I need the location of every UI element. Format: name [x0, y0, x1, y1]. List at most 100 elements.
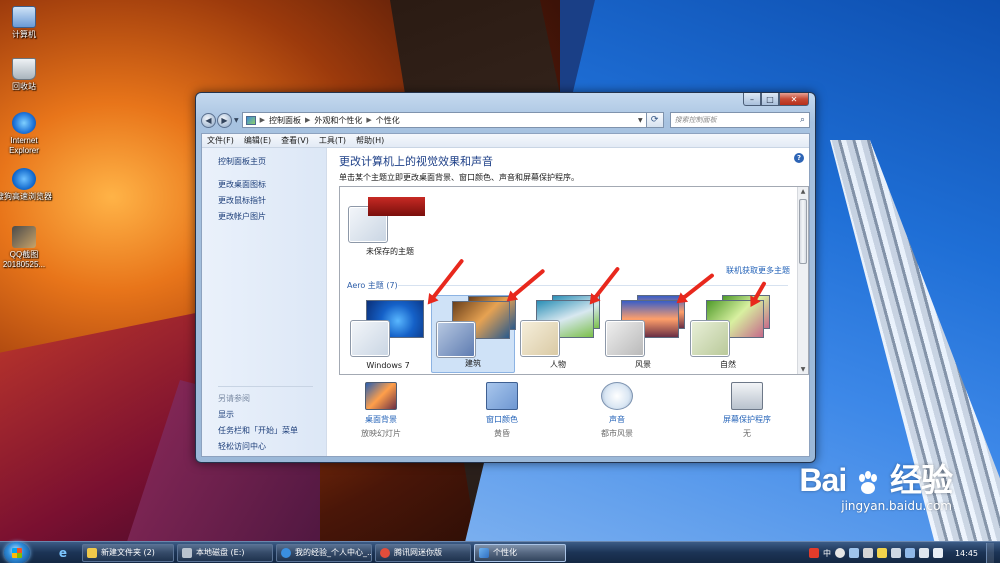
taskbar-item-personalization[interactable]: 个性化	[474, 543, 566, 562]
desktop-icon-label: Internet Explorer	[9, 136, 39, 155]
desktop-icon-recycle-bin[interactable]: 回收站	[0, 58, 52, 92]
recycle-bin-icon	[12, 58, 36, 80]
network-icon[interactable]	[918, 548, 929, 558]
menu-bar: 文件(F) 编辑(E) 查看(V) 工具(T) 帮助(H)	[202, 134, 809, 148]
task-pane: 控制面板主页 更改桌面图标 更改鼠标指针 更改帐户图片 另请参阅 显示 任务栏和…	[202, 148, 327, 456]
punctuation-icon[interactable]	[834, 548, 845, 558]
desktop-icon-sogou[interactable]: 搜狗高速浏览器	[0, 168, 52, 202]
theme-list: 未保存的主题 联机获取更多主题 Aero 主题 (7) Windows 7 建筑	[339, 186, 809, 375]
watermark-brand-suffix: 经验	[889, 462, 953, 498]
sound-icon	[601, 382, 633, 410]
search-placeholder: 搜索控制面板	[674, 116, 717, 124]
sogou-ime-icon[interactable]	[808, 548, 819, 558]
drive-icon	[182, 547, 192, 558]
theme-name: 风景	[635, 360, 651, 369]
show-desktop-button[interactable]	[986, 543, 994, 563]
option-window-color[interactable]: 窗口颜色 黄昏	[447, 382, 557, 439]
theme-characters[interactable]: 人物	[516, 295, 600, 373]
get-more-themes-link[interactable]: 联机获取更多主题	[726, 265, 790, 276]
taskbar-item-local-disk[interactable]: 本地磁盘 (E:)	[177, 543, 273, 562]
link-change-desktop-icons[interactable]: 更改桌面图标	[218, 179, 266, 190]
option-desktop-background[interactable]: 桌面背景 放映幻灯片	[326, 382, 436, 439]
search-input[interactable]: 搜索控制面板 ⌕	[669, 112, 810, 128]
window-color-swatch	[690, 320, 730, 357]
page-title: 更改计算机上的视觉效果和声音	[339, 155, 493, 168]
taskbar-item-tencent[interactable]: 腾讯网迷你版	[375, 543, 471, 562]
theme-list-scrollbar[interactable]: ▲ ▼	[797, 187, 808, 374]
flag-icon[interactable]	[904, 548, 915, 558]
taskbar-item-new-folder[interactable]: 新建文件夹 (2)	[82, 543, 174, 562]
image-file-icon	[12, 226, 36, 248]
option-label[interactable]: 窗口颜色	[447, 414, 557, 425]
window-color-swatch	[350, 320, 390, 357]
watermark-brand-text: Bai	[799, 462, 847, 498]
link-change-mouse-pointers[interactable]: 更改鼠标指针	[218, 195, 266, 206]
control-panel-icon	[245, 115, 256, 125]
search-icon[interactable]: ⌕	[800, 115, 805, 125]
breadcrumb-control-panel[interactable]: 控制面板	[269, 115, 301, 126]
address-bar[interactable]: ▶ 控制面板 ▶ 外观和个性化 ▶ 个性化 ▼	[241, 112, 647, 128]
desktop-icon-label: QQ截图 20180525...	[2, 250, 46, 269]
option-label[interactable]: 桌面背景	[326, 414, 436, 425]
folder-icon	[87, 547, 97, 558]
window-color-swatch	[605, 320, 645, 357]
menu-tools[interactable]: 工具(T)	[319, 135, 346, 146]
recent-pages-dropdown[interactable]: ▼	[234, 117, 239, 124]
start-button[interactable]	[4, 541, 30, 563]
volume-icon[interactable]	[932, 548, 943, 558]
option-value: 黄昏	[494, 429, 510, 438]
divider	[218, 386, 313, 387]
emoji-icon[interactable]	[876, 548, 887, 558]
link-taskbar-start-menu[interactable]: 任务栏和「开始」菜单	[218, 425, 298, 436]
theme-architecture[interactable]: 建筑	[431, 295, 516, 373]
personalization-window: – □ ✕ ◀ ▶ ▼ ▶ 控制面板 ▶ 外观和个性化 ▶ 个性化 ▼ ⟳ 搜索…	[195, 92, 816, 463]
personalization-icon	[479, 547, 489, 558]
help-icon[interactable]: ?	[794, 153, 804, 163]
desktop-icon-qq-screenshot[interactable]: QQ截图 20180525...	[0, 226, 52, 270]
microphone-icon[interactable]	[862, 548, 873, 558]
theme-landscapes[interactable]: 风景	[601, 295, 685, 373]
link-ease-of-access[interactable]: 轻松访问中心	[218, 441, 266, 452]
back-button[interactable]: ◀	[201, 112, 216, 128]
option-value: 放映幻灯片	[361, 429, 401, 438]
close-button[interactable]: ✕	[779, 93, 809, 106]
taskbar: e 新建文件夹 (2) 本地磁盘 (E:) 我的经验_个人中心_... 腾讯网迷…	[0, 541, 1000, 563]
minimize-button[interactable]: –	[743, 93, 761, 106]
maximize-button[interactable]: □	[761, 93, 779, 106]
link-display[interactable]: 显示	[218, 409, 234, 420]
ie-pinned-icon[interactable]: e	[50, 543, 76, 563]
address-dropdown-icon[interactable]: ▼	[638, 117, 643, 124]
window-color-swatch	[520, 320, 560, 357]
computer-icon	[12, 6, 36, 28]
ime-mode-text[interactable]: 中	[823, 548, 831, 559]
option-screensaver[interactable]: 屏幕保护程序 无	[692, 382, 802, 439]
link-control-panel-home[interactable]: 控制面板主页	[218, 156, 266, 167]
clock[interactable]: 14:45	[955, 549, 978, 558]
scroll-thumb[interactable]	[799, 199, 807, 264]
breadcrumb-personalization[interactable]: 个性化	[376, 115, 400, 126]
link-change-account-picture[interactable]: 更改帐户图片	[218, 211, 266, 222]
theme-name: 自然	[720, 360, 736, 369]
forward-button[interactable]: ▶	[217, 112, 232, 128]
menu-view[interactable]: 查看(V)	[281, 135, 309, 146]
scroll-down-icon[interactable]: ▼	[798, 365, 808, 374]
desktop-icon-computer[interactable]: 计算机	[0, 6, 52, 40]
desktop-icon-ie[interactable]: Internet Explorer	[0, 112, 52, 156]
taskbar-item-jingyan[interactable]: 我的经验_个人中心_...	[276, 543, 372, 562]
scroll-up-icon[interactable]: ▲	[798, 187, 808, 196]
option-sound[interactable]: 声音 都市风景	[562, 382, 672, 439]
refresh-button[interactable]: ⟳	[646, 112, 664, 128]
ie-icon	[12, 112, 36, 134]
theme-name: 建筑	[465, 359, 481, 368]
menu-help[interactable]: 帮助(H)	[356, 135, 384, 146]
option-label[interactable]: 屏幕保护程序	[692, 414, 802, 425]
keyboard-icon[interactable]	[848, 548, 859, 558]
breadcrumb-appearance[interactable]: 外观和个性化	[314, 115, 362, 126]
window-controls: – □ ✕	[743, 93, 809, 106]
settings-icon[interactable]	[890, 548, 901, 558]
menu-edit[interactable]: 编辑(E)	[244, 135, 271, 146]
aero-themes-header: Aero 主题 (7)	[347, 281, 398, 290]
theme-windows7[interactable]: Windows 7	[346, 295, 430, 373]
option-label[interactable]: 声音	[562, 414, 672, 425]
menu-file[interactable]: 文件(F)	[207, 135, 234, 146]
